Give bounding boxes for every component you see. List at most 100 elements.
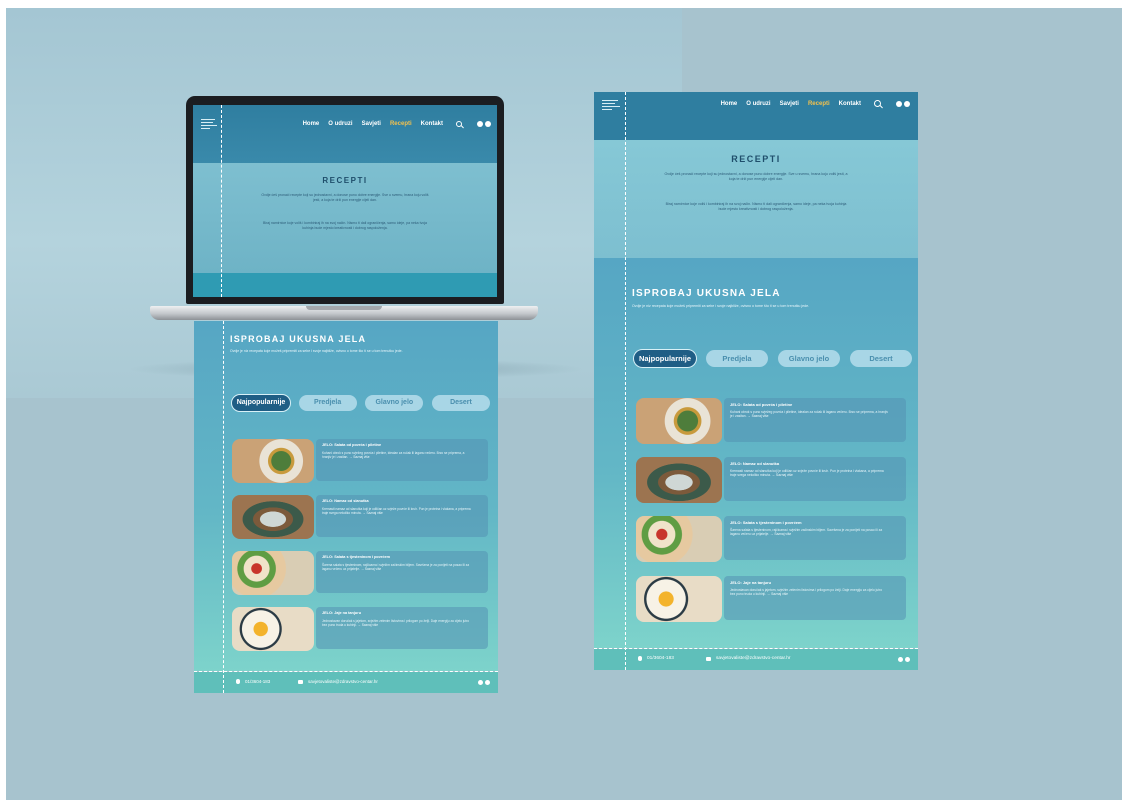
facebook-icon[interactable] [896,100,902,107]
nav-links: Home O udruzi Savjeti Recepti Kontakt [303,121,491,127]
menu-tabs: Najpopularnije Predjela Glavno jelo Dese… [634,350,912,367]
recipe-more-link-1[interactable]: → Saznaj više [747,414,768,418]
tab-desert[interactable]: Desert [850,350,912,367]
footer: 01/3604-183 savjetovaliste@zdravstvo-cen… [594,649,918,670]
social-links [477,121,491,127]
footer: 01/3604-183 savjetovaliste@zdravstvo-cen… [194,672,498,693]
tab-predjela[interactable]: Predjela [706,350,768,367]
navbar: Home O udruzi Savjeti Recepti Kontakt [594,92,918,140]
menu-section: ISPROBAJ UKUSNA JELA Ovdje je niz recepa… [194,321,498,671]
recipe-more-link-3[interactable]: → Saznaj više [770,532,791,536]
hero-title: RECEPTI [322,176,368,185]
footer-email[interactable]: savjetovaliste@zdravstvo-centar.hr [706,656,790,661]
logo-icon[interactable] [602,100,620,110]
recipe-title-2: JELO: Namaz od slanutka [322,499,369,503]
instagram-icon[interactable] [485,121,491,127]
recipe-title-3: JELO: Salata s tjesteninom i povrćem [322,555,390,559]
footer-social [898,657,910,662]
nav-link-o-udruzi[interactable]: O udruzi [328,121,352,127]
recipe-title-3: JELO: Salata s tjesteninom i povrćem [730,520,802,525]
menu-title: ISPROBAJ UKUSNA JELA [230,334,367,344]
phone-icon [638,656,642,661]
recipe-desc-text-3: Šarena salata s tjesteninom, rajčicama i… [322,563,470,572]
guide-line [625,92,626,670]
recipe-more-link-2[interactable]: → Saznaj više [362,511,382,515]
menu-section: ISPROBAJ UKUSNA JELA Ovdje je niz recepa… [594,258,918,648]
tab-predjela[interactable]: Predjela [298,395,357,411]
tab-glavno-jelo[interactable]: Glavno jelo [365,395,424,411]
recipe-desc-text-3: Šarena salata s tjesteninom, rajčicama i… [730,528,883,537]
recipe-more-link-4[interactable]: → Saznaj više [358,623,378,627]
nav-link-savjeti[interactable]: Savjeti [780,101,799,107]
nav-links: Home O udruzi Savjeti Recepti Kontakt [721,100,910,107]
facebook-icon[interactable] [477,121,483,127]
recipe-more-link-2[interactable]: → Saznaj više [772,473,793,477]
recipe-image-2 [636,457,722,503]
recipe-more-label-1: Saznaj više [353,455,370,460]
hero-section: RECEPTI Ovdje ćeš pronaći recepte koji s… [193,163,497,273]
nav-link-home[interactable]: Home [721,101,738,107]
recipe-image-2 [232,495,314,539]
nav-link-savjeti[interactable]: Savjeti [362,121,381,127]
instagram-icon[interactable] [485,680,490,685]
phone-icon [236,679,240,684]
recipe-more-label-2: Saznaj više [366,511,383,516]
recipe-more-label-3: Saznaj više [364,567,382,572]
tab-desert[interactable]: Desert [431,395,490,411]
hero-paragraph-1: Ovdje ćeš pronaći recepte koji su jednos… [664,172,848,181]
right-page-preview: Home O udruzi Savjeti Recepti Kontakt RE… [594,92,918,670]
recipe-desc-1: Kuhani obrok s puno svježeg povrća i pil… [730,410,888,419]
nav-link-recepti[interactable]: Recepti [390,121,412,127]
instagram-icon[interactable] [905,657,910,662]
nav-link-o-udruzi[interactable]: O udruzi [746,101,770,107]
menu-subtitle: Ovdje je niz recepata koje možeš priprem… [230,349,403,353]
hero-paragraph-2: Biraj namirnice koje voliš i kombiniraj … [665,202,847,211]
recipe-more-link-4[interactable]: → Saznaj više [767,592,788,596]
recipe-desc-2: Kremasti namaz od slanutka koji je odlič… [322,507,472,515]
recipe-title-4: JELO: Jaje na tanjuru [322,611,362,615]
nav-link-home[interactable]: Home [303,121,320,127]
recipe-desc-4: Jednostavan doručak s jajetom, svježim z… [730,588,888,597]
navbar: Home O udruzi Savjeti Recepti Kontakt [193,105,497,165]
social-links [896,100,910,107]
guide-line [221,105,222,297]
menu-title: ISPROBAJ UKUSNA JELA [632,288,781,299]
facebook-icon[interactable] [898,657,903,662]
tab-najpopularnije[interactable]: Najpopularnije [232,395,290,411]
search-icon[interactable] [874,100,881,107]
nav-link-kontakt[interactable]: Kontakt [421,121,443,127]
laptop-screen: Home O udruzi Savjeti Recepti Kontakt RE… [193,105,497,297]
mail-icon [298,679,303,684]
nav-link-kontakt[interactable]: Kontakt [839,101,861,107]
footer-phone[interactable]: 01/3604-183 [236,679,270,684]
menu-tabs: Najpopularnije Predjela Glavno jelo Dese… [232,395,490,411]
hero-paragraph-1: Ovdje ćeš pronaći recepte koji su jednos… [261,193,429,202]
instagram-icon[interactable] [904,100,910,107]
recipe-image-4 [636,576,722,622]
recipe-more-link-1[interactable]: → Saznaj više [349,455,369,459]
footer-email[interactable]: savjetovaliste@zdravstvo-centar.hr [298,679,378,684]
hero-title: RECEPTI [731,154,781,164]
menu-subtitle: Ovdje je niz recepata koje možeš priprem… [632,304,810,308]
logo-icon[interactable] [201,119,217,129]
recipe-more-label-2: Saznaj više [776,473,793,478]
recipe-desc-3: Šarena salata s tjesteninom, rajčicama i… [322,563,472,571]
footer-email-text: savjetovaliste@zdravstvo-centar.hr [716,656,791,661]
recipe-more-label-4: Saznaj više [771,592,788,597]
recipe-more-label-3: Saznaj više [774,532,792,537]
footer-phone[interactable]: 01/3604-183 [638,656,674,661]
recipe-title-1: JELO: Salata od povrća i piletine [322,443,382,447]
recipe-desc-4: Jednostavan doručak s jajetom, svježim z… [322,619,472,627]
mail-icon [706,656,711,661]
recipe-image-3 [232,551,314,595]
facebook-icon[interactable] [478,680,483,685]
tab-glavno-jelo[interactable]: Glavno jelo [778,350,840,367]
search-icon[interactable] [456,121,462,127]
footer-phone-text: 01/3604-183 [245,679,271,684]
recipe-desc-text-2: Kremasti namaz od slanutka koji je odlič… [730,469,884,478]
nav-link-recepti[interactable]: Recepti [808,101,830,107]
recipe-desc-text-2: Kremasti namaz od slanutka koji je odlič… [322,507,471,516]
recipe-more-link-3[interactable]: → Saznaj više [361,567,381,571]
tab-najpopularnije[interactable]: Najpopularnije [634,350,696,367]
footer-email-text: savjetovaliste@zdravstvo-centar.hr [308,679,378,684]
